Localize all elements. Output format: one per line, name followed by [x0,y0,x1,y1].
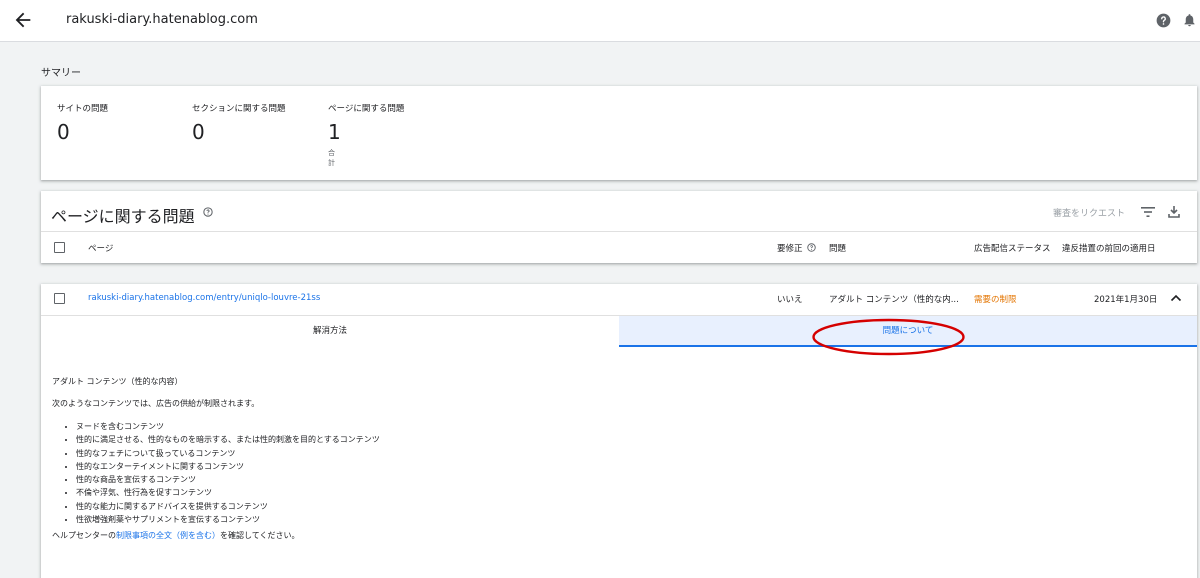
help-center-note: ヘルプセンターの制限事項の全文（例を含む）を確認してください。 [52,530,300,541]
full-restrictions-link[interactable]: 制限事項の全文（例を含む） [116,531,220,540]
help-note-prefix: ヘルプセンターの [52,531,116,540]
top-bar: rakuski-diary.hatenablog.com [0,0,1200,42]
help-icon[interactable] [1156,13,1171,28]
notification-bell-icon[interactable] [1182,12,1197,28]
summary-card: サイトの問題 0 セクションに関する問題 0 ページに関する問題 1 合計 [41,86,1197,180]
issue-detail-card: rakuski-diary.hatenablog.com/entry/uniql… [41,284,1197,578]
list-item: 性的なエンターテイメントに関するコンテンツ [76,460,380,473]
request-review-button[interactable]: 審査をリクエスト [1053,206,1125,219]
tab-resolve[interactable]: 解消方法 [41,316,619,347]
tab-about-issue[interactable]: 問題について [619,316,1197,347]
stat-value: 0 [57,120,70,144]
stat-label: サイトの問題 [57,104,109,114]
chevron-up-icon[interactable] [1170,293,1182,303]
list-item: 性的な商品を宣伝するコンテンツ [76,473,380,486]
tab-bar: 解消方法 問題について [41,315,1197,347]
list-item: 性欲増強剤薬やサプリメントを宣伝するコンテンツ [76,513,380,526]
list-item: 性的なフェチについて扱っているコンテンツ [76,447,380,460]
list-item: ヌードを含むコンテンツ [76,420,380,433]
stat-sub-label: 合計 [328,149,335,167]
issue-description-intro: 次のようなコンテンツでは、広告の供給が制限されます。 [52,399,260,408]
back-arrow-icon[interactable] [12,9,34,31]
list-item: 不倫や浮気、性行為を促すコンテンツ [76,486,380,499]
stat-label: セクションに関する問題 [192,104,286,114]
page-issues-card: ページに関する問題 審査をリクエスト ページ 要修正 問題 広告配信ステータス … [41,191,1197,263]
help-outline-icon[interactable] [807,243,816,252]
column-header-needs-fix: 要修正 [777,244,803,254]
column-header-last-enforced: 違反措置の前回の適用日 [1062,244,1156,254]
issue-description-title: アダルト コンテンツ（性的な内容） [52,377,183,386]
column-header-ad-status: 広告配信ステータス [974,244,1051,254]
summary-label: サマリー [41,68,81,79]
list-item: 性的な能力に関するアドバイスを提供するコンテンツ [76,500,380,513]
stat-label: ページに関する問題 [328,104,405,114]
select-all-checkbox[interactable] [54,242,65,253]
needs-fix-value: いいえ [777,295,803,305]
help-outline-icon[interactable] [203,207,213,217]
stat-value: 0 [192,120,205,144]
list-item: 性的に満足させる、性的なものを暗示する、または性的刺激を目的とするコンテンツ [76,433,380,446]
last-enforced-date: 2021年1月30日 [1094,295,1158,305]
issue-value: アダルト コンテンツ（性的な内... [829,295,959,305]
row-checkbox[interactable] [54,293,65,304]
table-row[interactable]: rakuski-diary.hatenablog.com/entry/uniql… [41,284,1197,314]
download-icon[interactable] [1168,205,1180,218]
table-header-row: ページ 要修正 問題 広告配信ステータス 違反措置の前回の適用日 [41,231,1197,263]
ad-status-value: 需要の制限 [974,295,1017,305]
restricted-content-list: ヌードを含むコンテンツ 性的に満足させる、性的なものを暗示する、または性的刺激を… [76,420,380,526]
column-header-issue: 問題 [829,244,847,254]
page-url-link[interactable]: rakuski-diary.hatenablog.com/entry/uniql… [88,293,320,303]
filter-icon[interactable] [1141,206,1155,218]
page-issues-title: ページに関する問題 [51,207,195,226]
site-title: rakuski-diary.hatenablog.com [66,12,258,27]
help-note-suffix: を確認してください。 [220,531,300,540]
column-header-page: ページ [88,244,114,254]
stat-value: 1 [328,120,341,144]
